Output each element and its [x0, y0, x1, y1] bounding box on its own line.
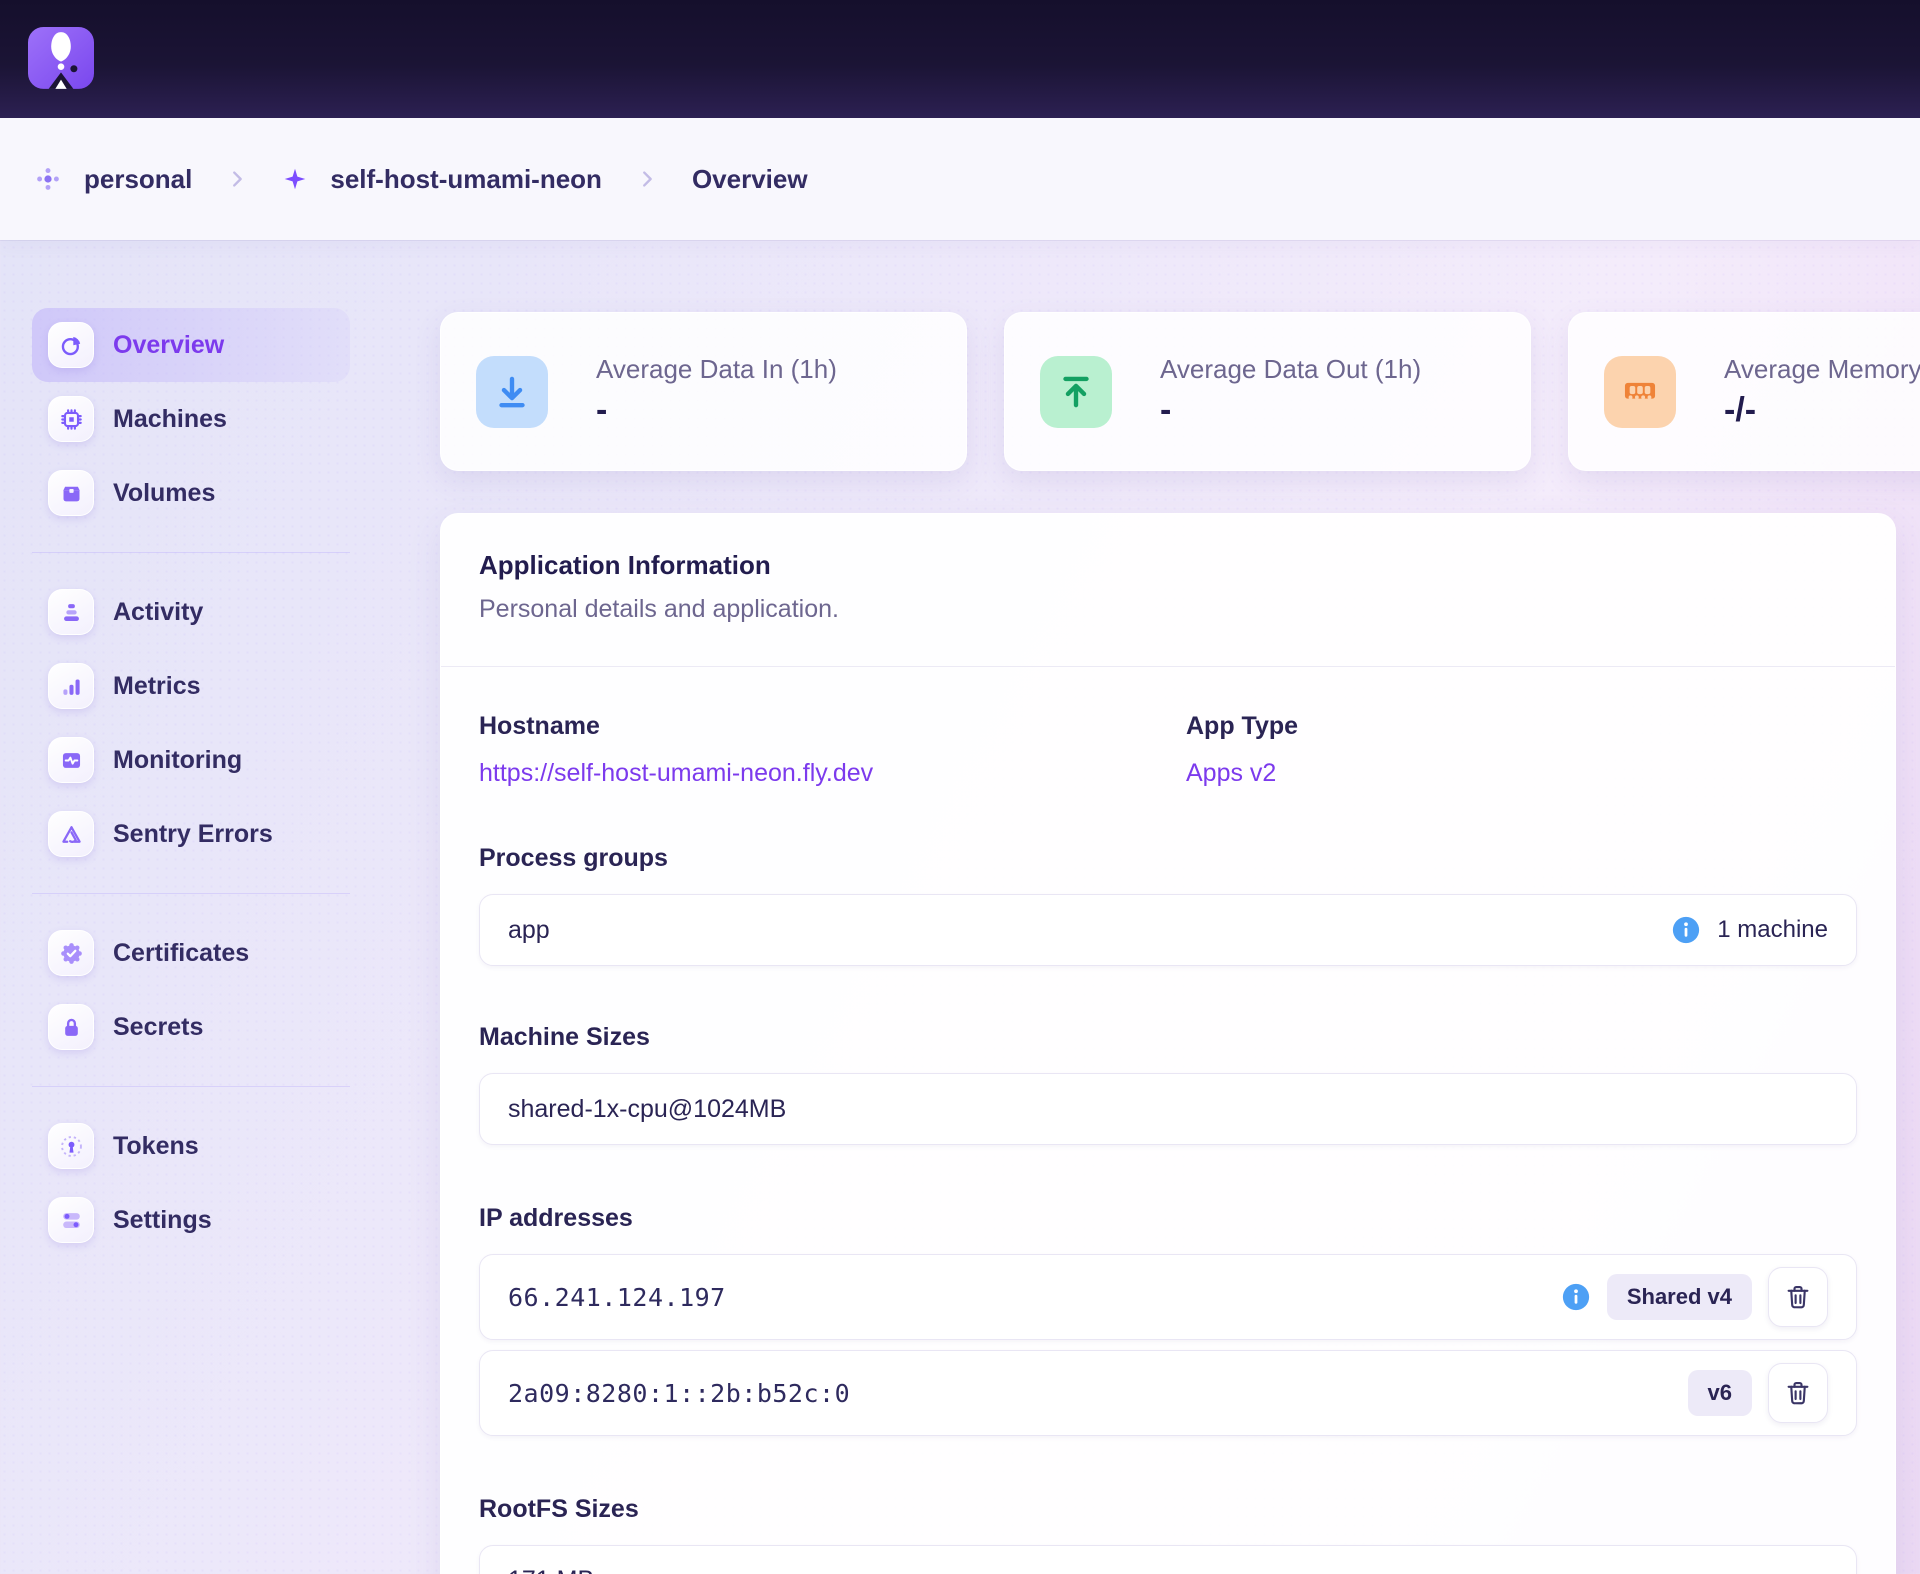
- sidebar-item-label: Metrics: [113, 672, 201, 701]
- box-icon: [48, 470, 94, 516]
- sidebar-item-secrets[interactable]: Secrets: [32, 990, 350, 1064]
- sidebar-item-label: Sentry Errors: [113, 820, 273, 849]
- sidebar-divider: [32, 1086, 350, 1087]
- sidebar-item-sentry-errors[interactable]: Sentry Errors: [32, 797, 350, 871]
- hostname-label: Hostname: [479, 711, 1186, 742]
- sidebar-item-monitoring[interactable]: Monitoring: [32, 723, 350, 797]
- stat-value: -: [596, 391, 837, 430]
- fly-logo[interactable]: [28, 27, 94, 89]
- fly-dashboard: { "colors": { "accent": "#7c3aed", "link…: [0, 0, 1920, 1574]
- stat-label: Average Data Out (1h): [1160, 354, 1421, 385]
- breadcrumb-app[interactable]: self-host-umami-neon: [282, 164, 602, 195]
- app-type-label: App Type: [1186, 711, 1857, 742]
- overview-icon: [48, 322, 94, 368]
- breadcrumb: personal self-host-umami-neon Overview: [0, 118, 1920, 240]
- sidebar-divider: [32, 893, 350, 894]
- info-icon[interactable]: [1671, 915, 1701, 945]
- sparkle-icon: [282, 166, 308, 192]
- memory-icon: [1604, 356, 1676, 428]
- machine-count: 1 machine: [1717, 916, 1828, 944]
- stat-label: Average Data In (1h): [596, 354, 837, 385]
- ip-type-badge: Shared v4: [1607, 1274, 1752, 1320]
- app-type-link[interactable]: Apps v2: [1186, 759, 1276, 787]
- rootfs-size-row: 171 MB: [479, 1545, 1857, 1574]
- sidebar-item-label: Overview: [113, 331, 224, 360]
- ip-address: 66.241.124.197: [508, 1283, 726, 1312]
- card-subtitle: Personal details and application.: [479, 595, 1857, 624]
- process-groups-label: Process groups: [479, 843, 1857, 874]
- upload-icon: [1040, 356, 1112, 428]
- stack-icon: [48, 589, 94, 635]
- process-group-name: app: [508, 916, 550, 945]
- sidebar-item-label: Activity: [113, 598, 203, 627]
- toggles-icon: [48, 1197, 94, 1243]
- breadcrumb-page[interactable]: Overview: [692, 164, 808, 195]
- bar-chart-icon: [48, 663, 94, 709]
- breadcrumb-app-label: self-host-umami-neon: [330, 164, 602, 195]
- lock-icon: [48, 1004, 94, 1050]
- sidebar-item-settings[interactable]: Settings: [32, 1183, 350, 1257]
- application-information-card: Application Information Personal details…: [440, 513, 1896, 1574]
- machine-sizes-label: Machine Sizes: [479, 1022, 1857, 1053]
- chevron-right-icon: [636, 168, 658, 190]
- sentry-icon: [48, 811, 94, 857]
- fly-balloon-icon: [28, 27, 94, 89]
- hostname-link[interactable]: https://self-host-umami-neon.fly.dev: [479, 759, 873, 787]
- sidebar-item-label: Volumes: [113, 479, 215, 508]
- rootfs-sizes-label: RootFS Sizes: [479, 1494, 1857, 1525]
- stat-label: Average Memory: [1724, 354, 1920, 385]
- sidebar-divider: [32, 552, 350, 553]
- sidebar-item-volumes[interactable]: Volumes: [32, 456, 350, 530]
- stat-card-data-out: Average Data Out (1h) -: [1004, 312, 1531, 471]
- delete-ip-button[interactable]: [1768, 1363, 1828, 1423]
- download-icon: [476, 356, 548, 428]
- sidebar-item-label: Tokens: [113, 1132, 199, 1161]
- sidebar-item-label: Secrets: [113, 1013, 203, 1042]
- sidebar-item-certificates[interactable]: Certificates: [32, 916, 350, 990]
- sidebar-item-machines[interactable]: Machines: [32, 382, 350, 456]
- sidebar: Overview Machines Volumes: [32, 308, 350, 1257]
- ip-row-v4: 66.241.124.197 Shared v4: [479, 1254, 1857, 1340]
- stat-card-data-in: Average Data In (1h) -: [440, 312, 967, 471]
- stat-value: -/-: [1724, 391, 1920, 430]
- machine-size-row: shared-1x-cpu@1024MB: [479, 1073, 1857, 1145]
- ip-addresses-label: IP addresses: [479, 1203, 1857, 1234]
- delete-ip-button[interactable]: [1768, 1267, 1828, 1327]
- breadcrumb-org[interactable]: personal: [34, 164, 192, 195]
- sidebar-item-label: Certificates: [113, 939, 249, 968]
- ip-row-v6: 2a09:8280:1::2b:b52c:0 v6: [479, 1350, 1857, 1436]
- stat-value: -: [1160, 391, 1421, 430]
- sidebar-item-metrics[interactable]: Metrics: [32, 649, 350, 723]
- sidebar-item-label: Settings: [113, 1206, 212, 1235]
- info-icon[interactable]: [1561, 1282, 1591, 1312]
- pulse-monitor-icon: [48, 737, 94, 783]
- breadcrumb-page-label: Overview: [692, 164, 808, 195]
- sidebar-item-tokens[interactable]: Tokens: [32, 1109, 350, 1183]
- top-header: [0, 0, 1920, 118]
- trash-icon: [1783, 1282, 1813, 1312]
- sidebar-item-label: Monitoring: [113, 746, 242, 775]
- chevron-right-icon: [226, 168, 248, 190]
- stat-card-memory: Average Memory -/-: [1568, 312, 1920, 471]
- keyhole-icon: [48, 1123, 94, 1169]
- ip-type-badge: v6: [1688, 1370, 1752, 1416]
- cpu-icon: [48, 396, 94, 442]
- trash-icon: [1783, 1378, 1813, 1408]
- rootfs-size-value: 171 MB: [508, 1566, 594, 1574]
- sidebar-item-activity[interactable]: Activity: [32, 575, 350, 649]
- ip-address: 2a09:8280:1::2b:b52c:0: [508, 1379, 850, 1408]
- card-title: Application Information: [479, 550, 1857, 581]
- sidebar-item-overview[interactable]: Overview: [32, 308, 350, 382]
- org-dots-icon: [34, 165, 62, 193]
- machine-size-value: shared-1x-cpu@1024MB: [508, 1095, 786, 1124]
- breadcrumb-org-label: personal: [84, 164, 192, 195]
- badge-check-icon: [48, 930, 94, 976]
- process-group-row: app 1 machine: [479, 894, 1857, 966]
- sidebar-item-label: Machines: [113, 405, 227, 434]
